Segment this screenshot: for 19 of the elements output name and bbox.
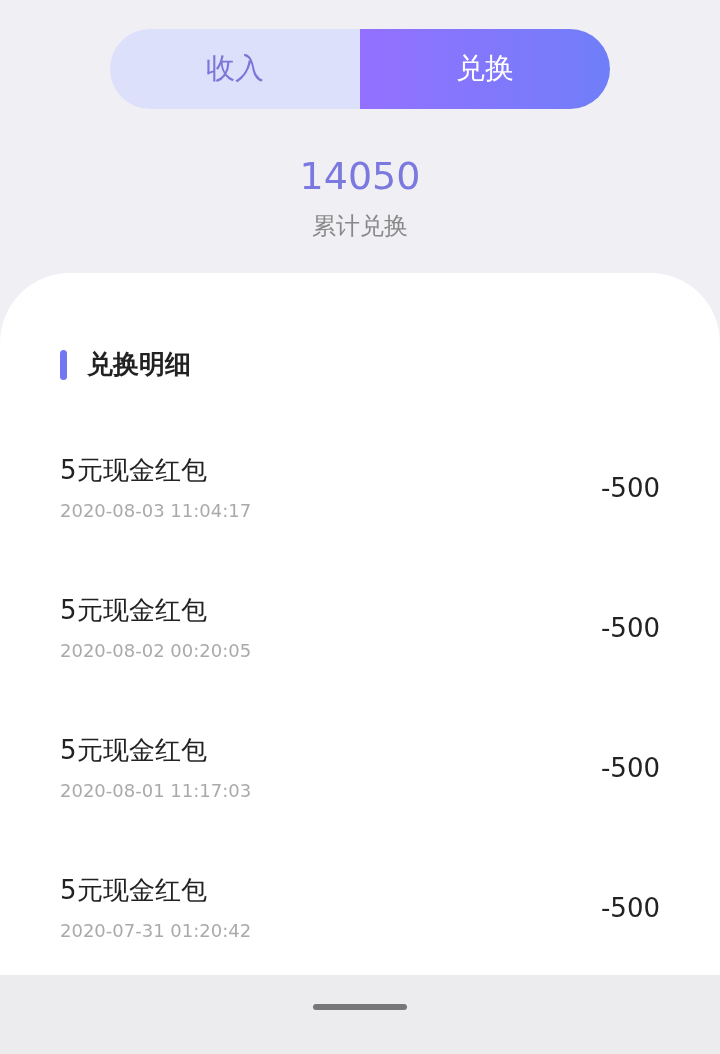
section-title: 兑换明细 [87, 348, 191, 381]
record-title: 5元现金红包 [60, 734, 208, 766]
home-indicator[interactable] [313, 1004, 407, 1010]
record-time: 2020-08-03 11:04:17 [60, 500, 252, 522]
record-amount: -500 [601, 611, 660, 645]
record-title: 5元现金红包 [60, 594, 208, 626]
record-amount: -500 [601, 471, 660, 505]
accent-bar [60, 349, 67, 380]
record-time: 2020-08-01 11:17:03 [60, 780, 252, 802]
tab[interactable]: 兑换 [360, 29, 610, 109]
tab[interactable]: 收入 [110, 29, 360, 109]
record-amount: -500 [601, 751, 660, 785]
record-title: 5元现金红包 [60, 874, 208, 906]
record-amount: -500 [601, 891, 660, 925]
record-time: 2020-07-31 01:20:42 [60, 920, 252, 942]
total-value: 14050 [299, 153, 421, 199]
record-title: 5元现金红包 [60, 454, 208, 486]
total-label: 累计兑换 [312, 211, 408, 241]
record-time: 2020-08-02 00:20:05 [60, 640, 252, 662]
